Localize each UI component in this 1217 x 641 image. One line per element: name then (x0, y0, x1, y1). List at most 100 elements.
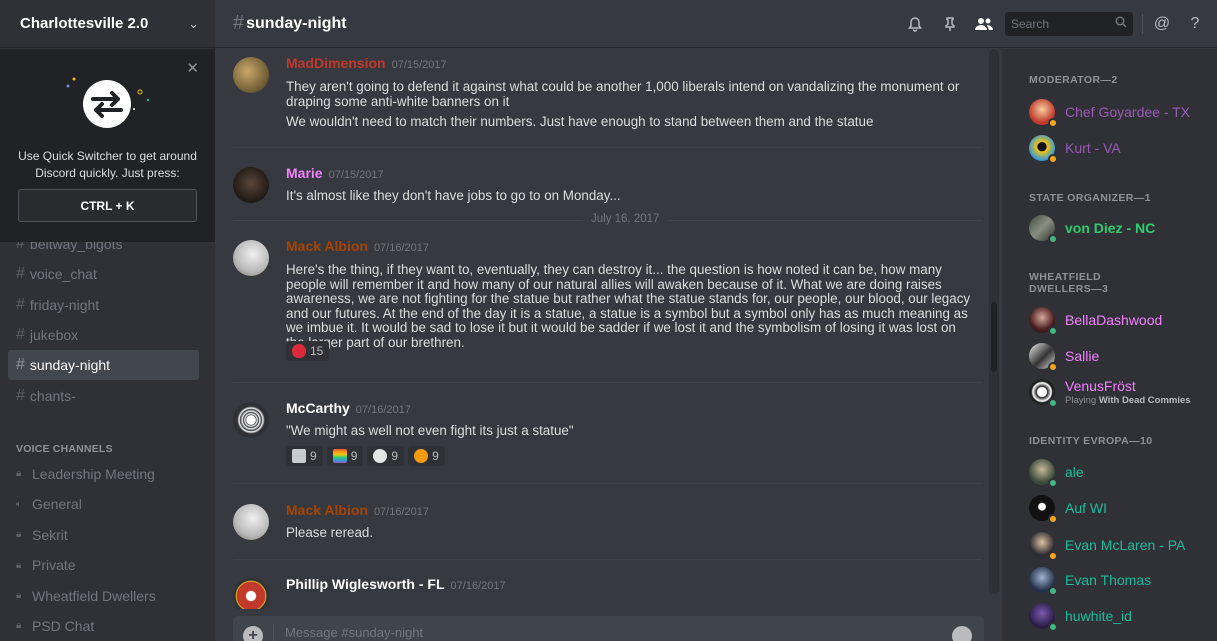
voice-channel-sekrit[interactable]: 🔒︎ Sekrit (0, 520, 215, 550)
member-item[interactable]: Kurt - VA (1029, 132, 1209, 164)
help-icon[interactable]: ? (1184, 13, 1206, 35)
message-text: Please reread. (286, 525, 374, 540)
upload-plus-icon[interactable]: + (243, 626, 263, 641)
quick-switcher-text: Use Quick Switcher to get around Discord… (18, 149, 197, 180)
close-icon[interactable]: ✕ (186, 59, 199, 77)
hash-icon: # (16, 265, 25, 283)
channel-jukebox[interactable]: # jukebox (8, 320, 199, 350)
author-name[interactable]: Phillip Wiglesworth - FL (286, 576, 445, 592)
timestamp: 07/16/2017 (355, 404, 411, 416)
hash-icon: # (16, 326, 25, 344)
member-item[interactable]: Chef Goyardee - TX (1029, 96, 1209, 128)
member-item[interactable]: Evan Thomas (1029, 564, 1209, 596)
channel-friday-night[interactable]: # friday-night (8, 290, 199, 320)
pin-icon[interactable] (939, 13, 961, 35)
status-online-icon (1048, 398, 1058, 408)
member-item[interactable]: ale (1029, 456, 1209, 488)
hash-icon: # (16, 386, 25, 404)
author-name[interactable]: Mack Albion (286, 502, 368, 518)
avatar (1029, 379, 1058, 408)
search-field[interactable] (1005, 12, 1133, 36)
date-divider: July 16, 2017 (233, 213, 982, 225)
channel-voice-chat[interactable]: # voice_chat (8, 259, 199, 289)
search-input[interactable] (1011, 17, 1111, 31)
channel-sunday-night[interactable]: # sunday-night (8, 350, 199, 381)
role-header: STATE ORGANIZER—1 (1029, 192, 1151, 204)
member-item[interactable]: huwhite_id (1029, 600, 1209, 632)
voice-channels-header[interactable]: VOICE CHANNELS (0, 443, 215, 455)
channel-name: chants- (29, 387, 76, 404)
member-item[interactable]: Auf WI (1029, 492, 1209, 524)
chevron-down-icon[interactable]: ⌄ (188, 16, 199, 32)
member-name: Evan McLaren - PA (1065, 537, 1186, 553)
member-item[interactable]: VenusFröst Playing With Dead Commies (1029, 376, 1209, 408)
reaction-skull[interactable]: 9 (367, 446, 405, 466)
status-online-icon (1048, 622, 1058, 632)
avatar[interactable] (233, 240, 269, 276)
channel-list: # beltway_bigots # voice_chat # friday-nigh… (0, 229, 215, 641)
channel-chants[interactable]: # chants- (8, 380, 199, 410)
avatar[interactable] (233, 504, 269, 540)
scrollbar-thumb[interactable] (991, 302, 997, 372)
reaction-building[interactable]: 9 (286, 446, 323, 466)
reaction-rainbow-flag[interactable]: 9 (326, 446, 364, 466)
voice-channel-name: Private (32, 557, 76, 574)
activity-prefix: Playing (1065, 395, 1097, 406)
server-header[interactable]: Charlottesville 2.0 ⌄ (0, 0, 215, 48)
voice-channel-general[interactable]: 🔈︎ General (0, 489, 215, 519)
message-header: Mack Albion 07/16/2017 (286, 502, 429, 518)
server-name: Charlottesville 2.0 (20, 15, 149, 32)
lock-icon: 🔒︎ (16, 620, 22, 632)
member-item[interactable]: Evan McLaren - PA (1029, 529, 1209, 561)
mentions-icon[interactable]: @ (1151, 13, 1173, 35)
message-group: Marie 07/15/2017 It's almost like they d… (233, 165, 982, 209)
avatar[interactable] (233, 167, 269, 203)
timestamp: 07/16/2017 (373, 242, 429, 254)
author-name[interactable]: MadDimension (286, 55, 386, 71)
voice-channel-psd-chat[interactable]: 🔒︎ PSD Chat (0, 611, 215, 641)
voice-channel-name: Wheatfield Dwellers (32, 587, 156, 604)
author-name[interactable]: Mack Albion (286, 238, 368, 254)
member-name: huwhite_id (1065, 608, 1132, 624)
reaction-sparkle[interactable]: 9 (408, 446, 445, 466)
lock-icon: 🔒︎ (16, 559, 22, 571)
voice-channel-leadership-meeting[interactable]: 🔒︎ Leadership Meeting (0, 459, 215, 489)
avatar[interactable] (233, 57, 269, 93)
lock-icon: 🔒︎ (16, 590, 22, 602)
message-header: Marie 07/15/2017 (286, 165, 384, 181)
composer-separator (273, 624, 274, 641)
author-name[interactable]: Marie (286, 165, 323, 181)
message-text: It's almost like they don't have jobs to… (286, 188, 621, 203)
message-group: McCarthy 07/16/2017 "We might as well no… (233, 400, 982, 470)
lock-icon: 🔒︎ (16, 529, 22, 541)
status-online-icon (1048, 326, 1058, 336)
speaker-icon: 🔈︎ (16, 498, 22, 510)
lock-icon: 🔒︎ (16, 468, 22, 480)
member-list: MODERATOR—2 Chef Goyardee - TX Kurt - VA… (1002, 49, 1217, 641)
scrollbar-track[interactable] (989, 49, 999, 594)
message-text: "We might as well not even fight its jus… (286, 423, 574, 438)
voice-channel-wheatfield-dwellers[interactable]: 🔒︎ Wheatfield Dwellers (0, 580, 215, 610)
member-item[interactable]: BellaDashwood (1029, 304, 1209, 336)
building-icon (292, 449, 306, 463)
message-input[interactable] (285, 625, 885, 640)
voice-channel-private[interactable]: 🔒︎ Private (0, 550, 215, 580)
hash-icon: # (233, 12, 245, 34)
member-item[interactable]: Sallie (1029, 340, 1209, 372)
reactions: 15 (286, 341, 330, 361)
channel-sidebar: Charlottesville 2.0 ⌄ ✕ Use Quick Switch… (0, 0, 215, 641)
emoji-picker-icon[interactable] (952, 626, 972, 641)
voice-channel-name: Sekrit (32, 526, 68, 543)
reactions: 9 9 9 9 (286, 446, 445, 466)
message-list: MadDimension 07/15/2017 They aren't goin… (215, 49, 990, 609)
reaction-strawberry[interactable]: 15 (286, 341, 330, 361)
author-name[interactable]: McCarthy (286, 400, 350, 416)
members-icon[interactable] (973, 13, 995, 35)
avatar[interactable] (233, 578, 269, 609)
swap-arrows-icon (66, 77, 150, 128)
avatar[interactable] (233, 402, 269, 438)
member-item[interactable]: von Diez - NC (1029, 212, 1209, 244)
bell-icon[interactable] (904, 13, 926, 35)
message-group: Mack Albion 07/16/2017 Here's the thing,… (233, 238, 982, 368)
divider (233, 483, 982, 484)
